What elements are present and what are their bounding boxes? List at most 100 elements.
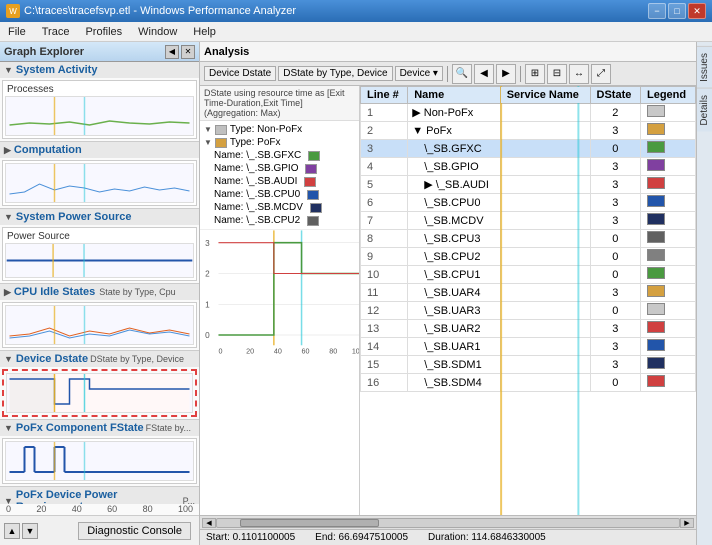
device-dropdown[interactable]: Device ▾ (395, 66, 443, 81)
col-line[interactable]: Line # (361, 87, 408, 104)
cell-name: \_SB.SDM1 (408, 356, 500, 374)
cell-line: 16 (361, 374, 408, 392)
menu-trace[interactable]: Trace (34, 24, 78, 40)
nav-up-button[interactable]: ▲ (4, 523, 20, 539)
toolbar-icon-3[interactable]: ▶ (496, 64, 516, 84)
panel-close-button[interactable]: ✕ (181, 45, 195, 59)
cell-name: \_SB.GFXC (408, 140, 500, 158)
table-row[interactable]: 3 \_SB.GFXC 0 (361, 140, 696, 158)
series-color-3 (305, 164, 317, 174)
scrollbar-track[interactable] (216, 518, 680, 528)
window-controls[interactable]: − □ ✕ (648, 3, 706, 19)
table-row[interactable]: 15 \_SB.SDM1 3 (361, 356, 696, 374)
series-label-2: Name: \_.SB.GFXC (214, 150, 301, 161)
table-row[interactable]: 4 \_SB.GPIO 3 (361, 158, 696, 176)
table-row[interactable]: 12 \_SB.UAR3 0 (361, 302, 696, 320)
col-legend[interactable]: Legend (640, 87, 695, 104)
tab-issues[interactable]: Issues (697, 46, 712, 88)
chart-area: DState using resource time as [Exit Time… (200, 86, 360, 515)
cell-line: 9 (361, 248, 408, 266)
series-color-6 (310, 203, 322, 213)
menu-profiles[interactable]: Profiles (77, 24, 130, 40)
table-row[interactable]: 16 \_SB.SDM4 0 (361, 374, 696, 392)
toolbar-sep-1 (447, 66, 448, 82)
series-color-0 (215, 125, 227, 135)
toolbar-icon-7[interactable]: ⤢ (591, 64, 611, 84)
analysis-body: DState using resource time as [Exit Time… (200, 86, 696, 515)
toolbar-icon-6[interactable]: ↔ (569, 64, 589, 84)
system-activity-label: System Activity (16, 64, 98, 76)
menu-file[interactable]: File (0, 24, 34, 40)
table-row[interactable]: 10 \_SB.CPU1 0 (361, 266, 696, 284)
table-row[interactable]: 6 \_SB.CPU0 3 (361, 194, 696, 212)
analysis-area: Analysis Device Dstate DState by Type, D… (200, 42, 696, 545)
cell-dstate: 3 (590, 158, 640, 176)
cell-name: \_SB.MCDV (408, 212, 500, 230)
diagnostic-console-button[interactable]: Diagnostic Console (78, 522, 191, 540)
table-row[interactable]: 5 ▶ \_SB.AUDI 3 (361, 176, 696, 194)
series-item-2: Name: \_.SB.GFXC (204, 149, 355, 162)
power-source-chart[interactable] (5, 243, 194, 278)
table-row[interactable]: 7 \_SB.MCDV 3 (361, 212, 696, 230)
chart-plot: 3 2 1 0 0 20 40 (200, 229, 359, 359)
series-color-4 (304, 177, 316, 187)
section-computation: ▶ Computation (0, 142, 199, 209)
table-row[interactable]: 11 \_SB.UAR4 3 (361, 284, 696, 302)
device-dstate-header[interactable]: ▼ Device Dstate DState by Type, Device (0, 351, 199, 367)
menu-window[interactable]: Window (130, 24, 185, 40)
col-name[interactable]: Name (408, 87, 500, 104)
processes-chart[interactable] (5, 96, 194, 136)
minimize-button[interactable]: − (648, 3, 666, 19)
cell-legend (640, 374, 695, 392)
table-row[interactable]: 2 ▼ PoFx 3 (361, 122, 696, 140)
cell-service (500, 104, 590, 122)
pofx-component-chart[interactable] (5, 441, 194, 481)
scrollbar-thumb[interactable] (240, 519, 379, 527)
table-row[interactable]: 13 \_SB.UAR2 3 (361, 320, 696, 338)
scroll-left-button[interactable]: ◀ (202, 518, 216, 528)
device-dstate-chart[interactable] (6, 373, 193, 413)
pofx-device-header[interactable]: ▼ PoFx Device Power Requirement P... (0, 487, 199, 504)
device-dstate-dropdown[interactable]: Device Dstate (204, 66, 276, 81)
processes-label: Processes (5, 83, 194, 96)
horizontal-scrollbar[interactable]: ◀ ▶ (200, 515, 696, 529)
col-service[interactable]: Service Name (500, 87, 590, 104)
restore-button[interactable]: □ (668, 3, 686, 19)
toolbar-icon-4[interactable]: ⊞ (525, 64, 545, 84)
toolbar-icon-1[interactable]: 🔍 (452, 64, 472, 84)
system-activity-header[interactable]: ▼ System Activity (0, 62, 199, 78)
computation-header[interactable]: ▶ Computation (0, 142, 199, 158)
app-icon: W (6, 4, 20, 18)
scroll-right-button[interactable]: ▶ (680, 518, 694, 528)
table-row[interactable]: 1 ▶ Non-PoFx 2 (361, 104, 696, 122)
series-item-3: Name: \_.SB.GPIO (204, 162, 355, 175)
nav-down-button[interactable]: ▼ (22, 523, 38, 539)
dstate-type-dropdown[interactable]: DState by Type, Device (278, 66, 392, 81)
cell-name: \_SB.CPU0 (408, 194, 500, 212)
cell-service (500, 248, 590, 266)
cell-service (500, 158, 590, 176)
computation-chart[interactable] (5, 163, 194, 203)
graph-explorer-content: ▼ System Activity Processes (0, 62, 199, 504)
cpu-idle-states-header[interactable]: ▶ CPU Idle States State by Type, Cpu (0, 284, 199, 300)
cpu-idle-states-chart[interactable] (5, 305, 194, 345)
system-power-source-header[interactable]: ▼ System Power Source (0, 209, 199, 225)
cell-legend (640, 104, 695, 122)
table-row[interactable]: 14 \_SB.UAR1 3 (361, 338, 696, 356)
svg-text:0: 0 (205, 331, 210, 340)
col-dstate[interactable]: DState (590, 87, 640, 104)
close-button[interactable]: ✕ (688, 3, 706, 19)
cpu-idle-states-label: CPU Idle States (14, 286, 95, 298)
tab-details[interactable]: Details (697, 88, 712, 132)
menu-help[interactable]: Help (185, 24, 224, 40)
svg-text:0: 0 (218, 347, 222, 355)
panel-pin-button[interactable]: ◀ (165, 45, 179, 59)
table-row[interactable]: 9 \_SB.CPU2 0 (361, 248, 696, 266)
cell-service (500, 140, 590, 158)
left-panel-footer: ▲ ▼ Diagnostic Console (0, 515, 199, 545)
toolbar-icon-5[interactable]: ⊟ (547, 64, 567, 84)
table-row[interactable]: 8 \_SB.CPU3 0 (361, 230, 696, 248)
table-area[interactable]: Line # Name Service Name DState Legend 1… (360, 86, 696, 515)
toolbar-icon-2[interactable]: ◀ (474, 64, 494, 84)
pofx-component-header[interactable]: ▼ PoFx Component FState FState by... (0, 420, 199, 436)
